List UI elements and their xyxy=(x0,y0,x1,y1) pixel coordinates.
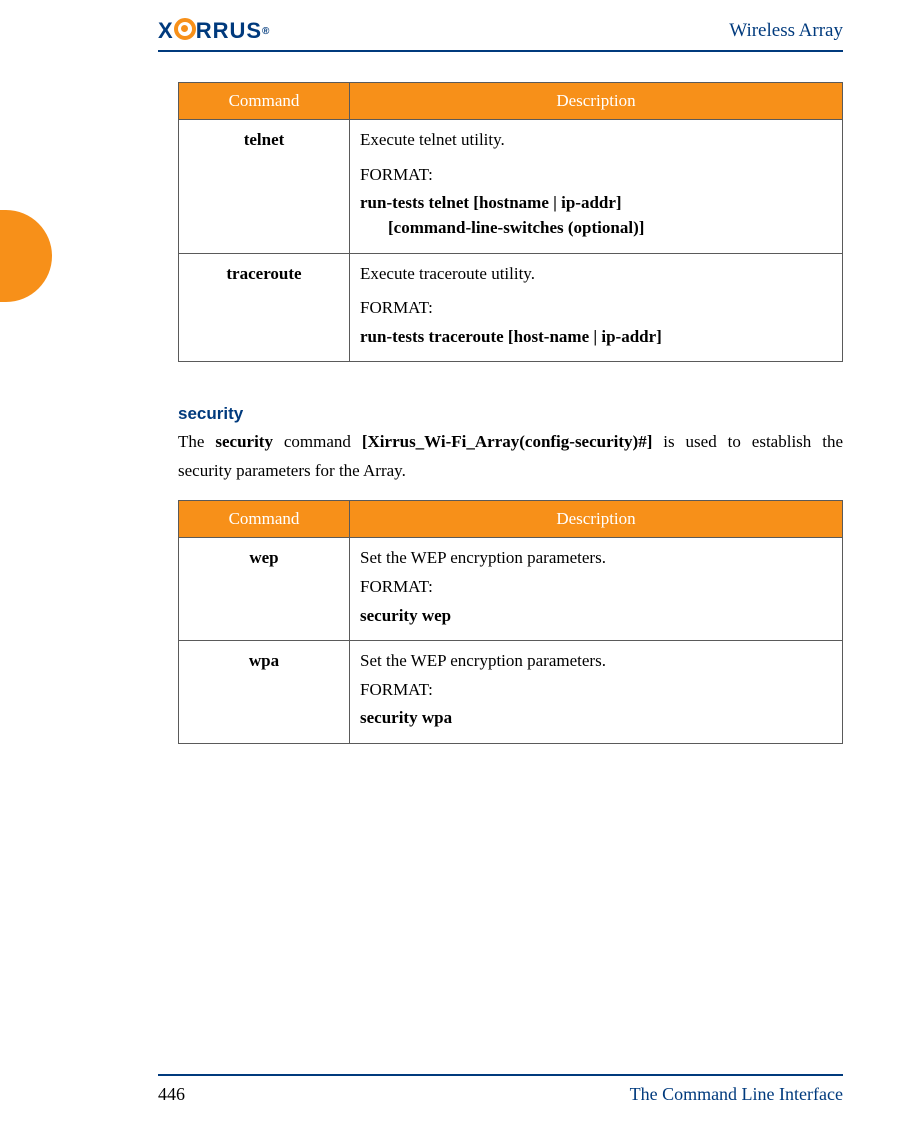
footer-title: The Command Line Interface xyxy=(630,1084,843,1105)
logo-text-post: RRUS xyxy=(196,18,262,44)
syntax-l1: run-tests telnet [hostname | ip-addr] xyxy=(360,193,622,212)
logo-dot-icon xyxy=(174,18,196,40)
desc-line: Set the WEP encryption parameters. xyxy=(360,649,832,674)
page: X RRUS® Wireless Array Command Descriptio… xyxy=(0,0,901,1133)
para-b1: security xyxy=(215,432,273,451)
format-syntax: security wpa xyxy=(360,706,832,731)
desc-line: Execute traceroute utility. xyxy=(360,262,832,287)
format-label: FORMAT: xyxy=(360,163,832,188)
desc-wep: Set the WEP encryption parameters. FORMA… xyxy=(350,538,843,641)
para-pre: The xyxy=(178,432,215,451)
section-heading: security xyxy=(178,404,843,424)
header-title: Wireless Array xyxy=(729,20,843,42)
table-runtests: Command Description telnet Execute telne… xyxy=(178,82,843,362)
section-paragraph: The security command [Xirrus_Wi-Fi_Array… xyxy=(178,428,843,486)
format-syntax: run-tests telnet [hostname | ip-addr] [c… xyxy=(360,191,832,240)
page-header: X RRUS® Wireless Array xyxy=(0,0,901,52)
desc-traceroute: Execute traceroute utility. FORMAT: run-… xyxy=(350,253,843,362)
logo-reg: ® xyxy=(262,26,270,37)
table-security: Command Description wep Set the WEP encr… xyxy=(178,500,843,744)
para-mid: command xyxy=(273,432,362,451)
logo-text-pre: X xyxy=(158,18,174,44)
format-label: FORMAT: xyxy=(360,575,832,600)
cmd-traceroute: traceroute xyxy=(179,253,350,362)
desc-telnet: Execute telnet utility. FORMAT: run-test… xyxy=(350,120,843,254)
table-row: traceroute Execute traceroute utility. F… xyxy=(179,253,843,362)
xirrus-logo: X RRUS® xyxy=(158,18,270,44)
header-row: X RRUS® Wireless Array xyxy=(158,18,843,52)
table1-header-command: Command xyxy=(179,83,350,120)
desc-line: Execute telnet utility. xyxy=(360,128,832,153)
table-row: wpa Set the WEP encryption parameters. F… xyxy=(179,641,843,744)
desc-line: Set the WEP encryption parameters. xyxy=(360,546,832,571)
cmd-wpa: wpa xyxy=(179,641,350,744)
table1-header-description: Description xyxy=(350,83,843,120)
format-syntax: run-tests traceroute [host-name | ip-add… xyxy=(360,325,832,350)
syntax-l1: run-tests traceroute [host-name | ip-add… xyxy=(360,327,662,346)
content: Command Description telnet Execute telne… xyxy=(0,52,901,744)
table-row: telnet Execute telnet utility. FORMAT: r… xyxy=(179,120,843,254)
format-label: FORMAT: xyxy=(360,296,832,321)
table2-header-description: Description xyxy=(350,501,843,538)
table2-header-command: Command xyxy=(179,501,350,538)
format-syntax: security wep xyxy=(360,604,832,629)
syntax-l2: [command-line-switches (optional)] xyxy=(360,216,832,241)
cmd-wep: wep xyxy=(179,538,350,641)
table-row: wep Set the WEP encryption parameters. F… xyxy=(179,538,843,641)
cmd-telnet: telnet xyxy=(179,120,350,254)
section-security: security The security command [Xirrus_Wi… xyxy=(178,404,843,744)
desc-wpa: Set the WEP encryption parameters. FORMA… xyxy=(350,641,843,744)
para-b2: [Xirrus_Wi-Fi_Array(config-security)#] xyxy=(362,432,653,451)
page-number: 446 xyxy=(158,1084,185,1105)
format-label: FORMAT: xyxy=(360,678,832,703)
page-footer: 446 The Command Line Interface xyxy=(158,1074,843,1105)
